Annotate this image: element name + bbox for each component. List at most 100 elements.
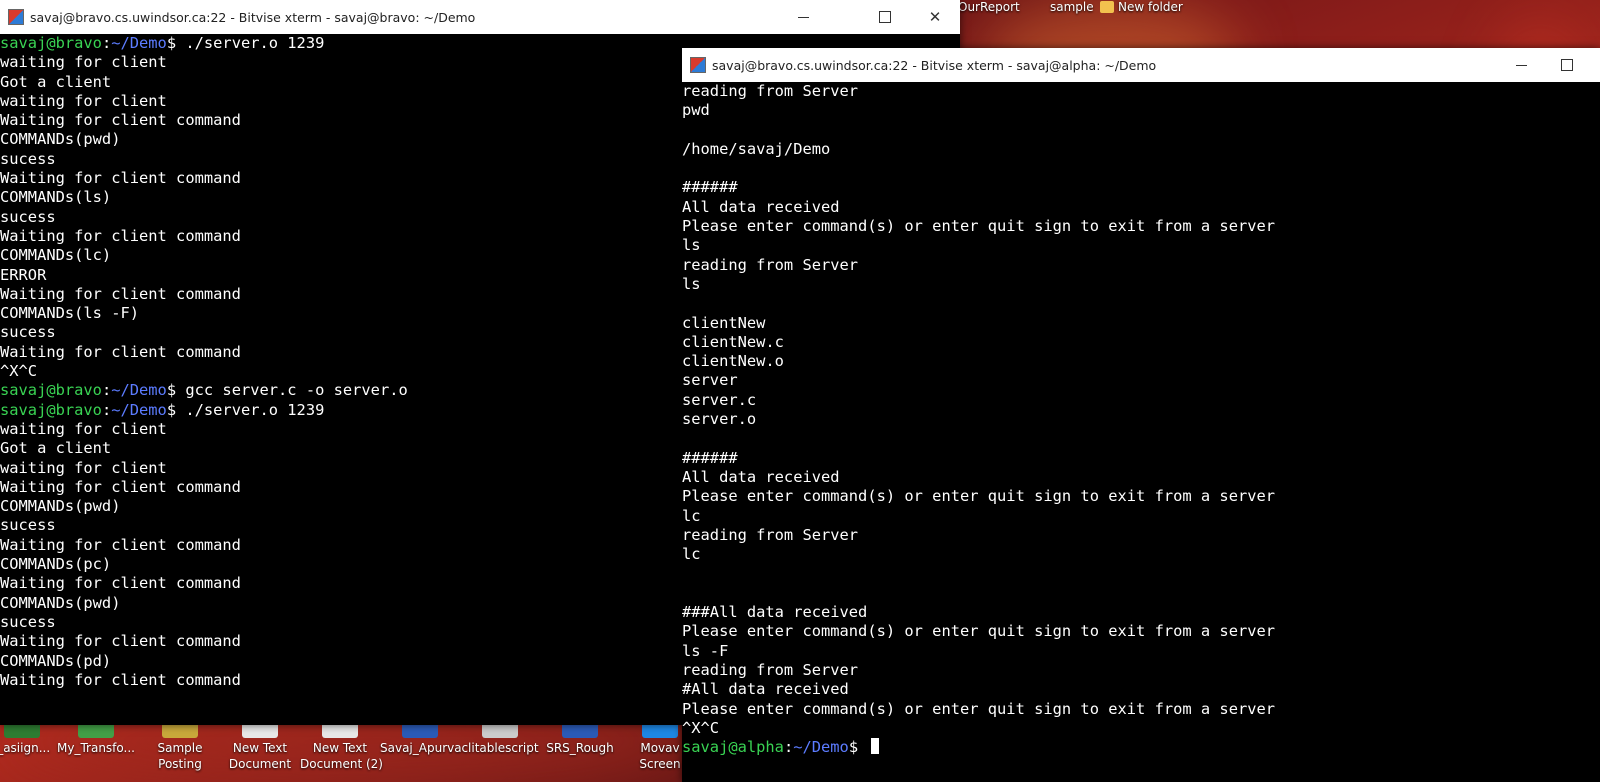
prompt-user: savaj@bravo — [0, 400, 102, 419]
terminal-line: clientNew.o — [682, 352, 1600, 371]
terminal-line: reading from Server — [682, 661, 1600, 680]
terminal-window-alpha[interactable]: savaj@bravo.cs.uwindsor.ca:22 - Bitvise … — [682, 48, 1600, 782]
terminal-text: sucess — [0, 516, 56, 535]
terminal-line: server.o — [682, 410, 1600, 429]
terminal-text: reading from Server — [682, 525, 859, 544]
terminal-text: Waiting for client command — [0, 574, 241, 593]
terminal-text: lc — [682, 506, 701, 525]
desktop-icon-label: j_asiign... — [0, 741, 51, 755]
terminal-text: ^X^C — [682, 718, 720, 737]
desktop-icon-label: New folder — [1118, 0, 1183, 14]
terminal-text: COMMANDs(ls -F) — [0, 304, 139, 323]
terminal-line: server.c — [682, 391, 1600, 410]
terminal-text: ls -F — [682, 641, 729, 660]
desktop-icon-sample[interactable]: sample — [1050, 0, 1094, 14]
prompt-user: savaj@bravo — [0, 381, 102, 400]
terminal-text: pwd — [682, 101, 710, 120]
terminal-text: Got a client — [0, 439, 112, 458]
terminal-text: server — [682, 371, 738, 390]
terminal-text: ls — [682, 236, 701, 255]
desktop-icon-label: New Text Document — [228, 741, 292, 771]
terminal-text: reading from Server — [682, 660, 859, 679]
terminal-line: reading from Server — [682, 82, 1600, 101]
window-titlebar[interactable]: savaj@bravo.cs.uwindsor.ca:22 - Bitvise … — [0, 0, 960, 34]
terminal-text: COMMANDs(pwd) — [0, 593, 121, 612]
minimize-button[interactable] — [780, 0, 826, 34]
terminal-text: ###### — [682, 448, 738, 467]
terminal-line: Please enter command(s) or enter quit si… — [682, 622, 1600, 641]
terminal-text: Please enter command(s) or enter quit si… — [682, 622, 1276, 641]
close-button[interactable] — [912, 0, 958, 34]
prompt-command: $ ./server.o 1239 — [166, 400, 325, 419]
terminal-text: lc — [682, 545, 701, 564]
terminal-text: ^X^C — [0, 362, 38, 381]
terminal-line: Please enter command(s) or enter quit si… — [682, 217, 1600, 236]
terminal-text: Waiting for client command — [0, 477, 241, 496]
terminal-text: COMMANDs(pd) — [0, 651, 112, 670]
terminal-text: Waiting for client command — [0, 169, 241, 188]
desktop-icon-label: clitablescript — [461, 741, 539, 755]
terminal-text: COMMANDs(ls) — [0, 188, 112, 207]
prompt-user: savaj@bravo — [0, 34, 102, 52]
terminal-text: Waiting for client command — [0, 342, 241, 361]
terminal-text: COMMANDs(lc) — [0, 246, 112, 265]
folder-icon — [1100, 1, 1114, 13]
terminal-text: COMMANDs(pwd) — [0, 130, 121, 149]
desktop-icon-label: SRS_Rough — [546, 741, 614, 755]
bitvise-app-icon — [690, 57, 706, 73]
terminal-line: lc — [682, 507, 1600, 526]
terminal-line: reading from Server — [682, 256, 1600, 275]
maximize-button[interactable] — [1544, 48, 1590, 82]
bitvise-app-icon — [8, 9, 24, 25]
maximize-button[interactable] — [862, 0, 908, 34]
terminal-text: ###### — [682, 178, 738, 197]
terminal-line: ###All data received — [682, 603, 1600, 622]
terminal-text: ERROR — [0, 265, 47, 284]
minimize-button[interactable] — [1498, 48, 1544, 82]
terminal-text: Please enter command(s) or enter quit si… — [682, 699, 1276, 718]
terminal-text: #All data received — [682, 680, 849, 699]
terminal-text: Waiting for client command — [0, 535, 241, 554]
terminal-text: sucess — [0, 207, 56, 226]
prompt-path: ~/Demo — [793, 738, 849, 757]
terminal-text: COMMANDs(pc) — [0, 555, 112, 574]
desktop-icon-new-folder[interactable]: New folder — [1100, 0, 1183, 14]
terminal-text: clientNew.o — [682, 352, 784, 371]
terminal-text: Waiting for client command — [0, 284, 241, 303]
terminal-line: /home/savaj/Demo — [682, 140, 1600, 159]
terminal-text: waiting for client — [0, 419, 167, 438]
terminal-text: Got a client — [0, 72, 112, 91]
terminal-text: COMMANDs(pwd) — [0, 497, 121, 516]
desktop-icon-ourreport[interactable]: OurReport — [958, 0, 1020, 14]
prompt-command: $ ./server.o 1239 — [166, 34, 325, 52]
terminal-text: sucess — [0, 149, 56, 168]
terminal-text: sucess — [0, 323, 56, 342]
prompt-path: ~/Demo — [111, 400, 167, 419]
desktop-icon-label: sample — [1050, 0, 1094, 14]
prompt-command: $ gcc server.c -o server.o — [166, 381, 408, 400]
terminal-text: ls — [682, 274, 701, 293]
terminal-text: Waiting for client command — [0, 632, 241, 651]
terminal-text: waiting for client — [0, 91, 167, 110]
terminal-line: ^X^C — [682, 719, 1600, 738]
terminal-cursor — [871, 738, 880, 755]
terminal-text: reading from Server — [682, 82, 859, 100]
prompt-path: ~/Demo — [111, 381, 167, 400]
window-title: savaj@bravo.cs.uwindsor.ca:22 - Bitvise … — [712, 57, 1157, 73]
terminal-text: /home/savaj/Demo — [682, 139, 831, 158]
desktop-icon-label: My_Transfo... — [57, 741, 135, 755]
desktop-icon-label: OurReport — [958, 0, 1020, 14]
window-titlebar[interactable]: savaj@bravo.cs.uwindsor.ca:22 - Bitvise … — [682, 48, 1600, 82]
prompt-path: ~/Demo — [111, 34, 167, 52]
terminal-line: savaj@alpha:~/Demo$ — [682, 738, 1600, 757]
terminal-line: ###### — [682, 178, 1600, 197]
prompt-user: savaj@alpha — [682, 738, 784, 757]
terminal-line: ls -F — [682, 642, 1600, 661]
terminal-text: waiting for client — [0, 53, 167, 72]
terminal-output[interactable]: reading from Server pwd/home/savaj/Demo ##… — [682, 82, 1600, 782]
terminal-text: All data received — [682, 467, 840, 486]
